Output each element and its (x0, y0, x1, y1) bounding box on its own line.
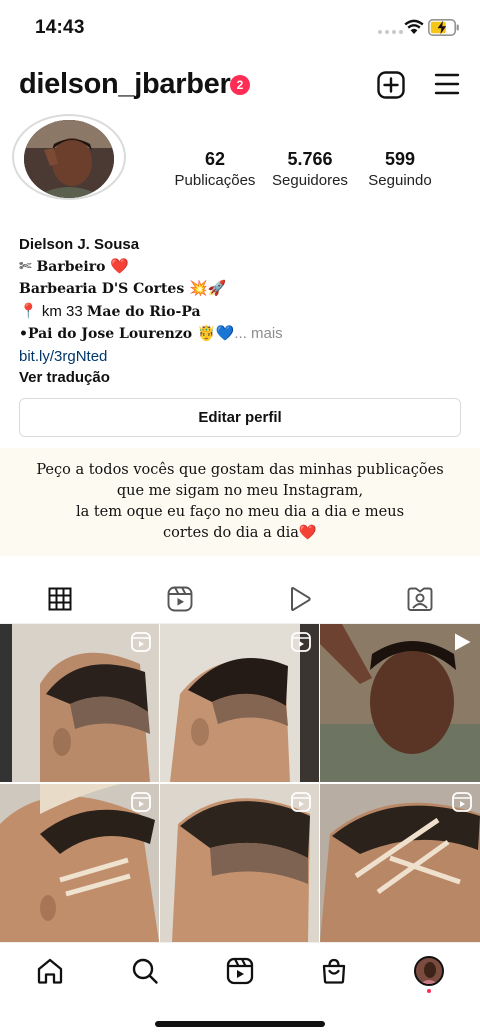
tagged-icon (407, 587, 433, 611)
nav-profile[interactable] (411, 953, 447, 989)
post-thumbnail[interactable] (160, 784, 319, 942)
stat-followers[interactable]: 5.766 Seguidores (262, 148, 358, 192)
stat-followers-label: Seguidores (272, 172, 348, 189)
stat-following[interactable]: 599 Seguindo (362, 148, 438, 192)
caption-line-1: Peço a todos vocês que gostam das minhas… (36, 462, 444, 478)
shop-icon (322, 958, 346, 984)
bottom-navigation (0, 942, 480, 998)
collision-rocket-emoji: 💥🚀 (189, 280, 227, 297)
home-icon (37, 958, 63, 984)
caption-line-4-wrap: cortes do dia a dia❤️ (0, 523, 480, 544)
account-notification-badge[interactable]: 2 (230, 75, 250, 95)
nav-reels[interactable] (222, 953, 258, 989)
tab-reels[interactable] (120, 574, 240, 624)
tab-tagged[interactable] (360, 574, 480, 624)
activity-dot (427, 989, 431, 993)
prince-blue-heart-emoji: 🤴💙 (196, 325, 235, 342)
stat-posts[interactable]: 62 Publicações (170, 148, 260, 192)
reel-badge-icon (291, 792, 311, 812)
reel-badge-icon (452, 792, 472, 812)
caption-heart-emoji: ❤️ (298, 525, 317, 541)
profile-tabs (0, 574, 480, 625)
bio-line-4-text: •Pai do Jose Lourenzo (19, 326, 197, 342)
stat-posts-label: Publicações (174, 172, 256, 189)
bio-line-1: ✄ Barbeiro ❤️ (19, 256, 459, 279)
bio-line-1-text: Barbeiro (31, 258, 111, 275)
nav-shop[interactable] (316, 953, 352, 989)
caption-line-4: cortes do dia a dia (163, 525, 299, 541)
profile-stats: 62 Publicações 5.766 Seguidores 599 Segu… (170, 148, 450, 192)
status-bar: 14:43 (0, 0, 480, 56)
create-post-icon[interactable] (377, 71, 405, 99)
wifi-icon (404, 19, 424, 34)
bio-website-link[interactable]: bit.ly/3rgNted (19, 346, 459, 368)
reels-icon (226, 957, 254, 985)
reels-icon (167, 586, 193, 612)
caption-line-2: que me sigam no meu Instagram, (116, 483, 364, 499)
reel-badge-icon (291, 632, 311, 652)
profile-username[interactable]: dielson_jbarber (19, 68, 231, 101)
profile-photo (24, 120, 114, 198)
profile-header: dielson_jbarber 2 (0, 64, 480, 108)
bio-line-2-text: Barbearia D'S Cortes (19, 281, 190, 297)
profile-avatar-small (414, 956, 444, 986)
tab-videos[interactable] (240, 574, 360, 624)
video-caption-overlay: Peço a todos vocês que gostam das minhas… (0, 448, 480, 556)
nav-home[interactable] (32, 953, 68, 989)
scissors-icon: ✄ (19, 257, 32, 275)
red-heart-emoji: ❤️ (110, 257, 130, 275)
menu-icon[interactable] (434, 72, 460, 96)
status-time: 14:43 (35, 17, 85, 38)
bio-name-line: Dielson J. Sousa (19, 234, 459, 256)
stat-following-label: Seguindo (368, 172, 432, 189)
stat-followers-value: 5.766 (287, 149, 333, 169)
stat-following-value: 599 (384, 149, 416, 169)
stat-posts-value: 62 (204, 149, 226, 169)
nav-search[interactable] (127, 953, 163, 989)
profile-avatar[interactable] (12, 114, 126, 200)
bio-line-3-plain: km 33 (37, 302, 87, 320)
tab-grid[interactable] (0, 574, 120, 625)
posts-grid (0, 624, 480, 942)
cellular-signal-icon (378, 30, 403, 34)
reel-badge-icon (131, 792, 151, 812)
post-thumbnail[interactable] (0, 624, 159, 782)
home-indicator[interactable] (155, 1021, 325, 1027)
grid-icon (48, 587, 72, 611)
bio-line-2: Barbearia D'S Cortes 💥🚀 (19, 278, 459, 301)
bio-line-4: •Pai do Jose Lourenzo 🤴💙... mais (19, 323, 459, 346)
bio-more-link[interactable]: ... mais (234, 325, 282, 342)
caption-line-3: la tem oque eu faço no meu dia a dia e m… (75, 504, 405, 520)
see-translation-link[interactable]: Ver tradução (19, 367, 459, 389)
video-play-icon (291, 587, 311, 611)
bio-line-3: 📍 km 33 Mae do Rio-Pa (19, 301, 459, 324)
reel-badge-icon (131, 632, 151, 652)
pin-emoji: 📍 (19, 302, 38, 320)
search-icon (132, 958, 158, 984)
video-badge-icon (455, 633, 471, 651)
bio-line-3-serif: Mae do Rio-Pa (86, 303, 201, 320)
profile-bio: Dielson J. Sousa ✄ Barbeiro ❤️ Barbearia… (19, 234, 459, 389)
bio-name: Dielson J. Sousa (19, 236, 140, 253)
edit-profile-button[interactable]: Editar perfil (19, 398, 461, 437)
battery-charging-icon (428, 19, 459, 36)
post-thumbnail[interactable] (320, 624, 480, 782)
post-thumbnail[interactable] (320, 784, 480, 942)
post-thumbnail[interactable] (0, 784, 159, 942)
post-thumbnail[interactable] (160, 624, 319, 782)
